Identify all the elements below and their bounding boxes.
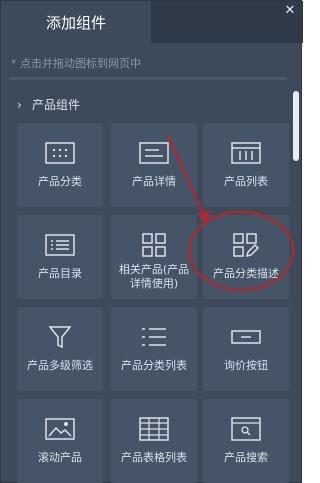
component-label: 产品详情 bbox=[132, 175, 176, 188]
tab-bar: 添加组件 bbox=[1, 1, 303, 43]
component-label: 滚动产品 bbox=[38, 451, 82, 464]
scrollbar-thumb[interactable] bbox=[293, 91, 299, 161]
component-tile-related-products[interactable]: 相关产品(产品详情使用) bbox=[111, 215, 197, 299]
component-tile-product-search[interactable]: 产品搜索 bbox=[203, 399, 289, 483]
image-icon bbox=[44, 415, 76, 443]
grid-dots-icon bbox=[44, 139, 76, 167]
squares-edit-icon bbox=[230, 231, 262, 259]
funnel-icon bbox=[44, 323, 76, 351]
component-label: 产品目录 bbox=[38, 267, 82, 280]
component-label: 产品分类列表 bbox=[121, 359, 187, 372]
component-tile-table-list[interactable]: 产品表格列表 bbox=[111, 399, 197, 483]
detail-card-icon bbox=[138, 139, 170, 167]
component-tile-product-catalog[interactable]: 产品目录 bbox=[17, 215, 103, 299]
component-tile-multi-filter[interactable]: 产品多级筛选 bbox=[17, 307, 103, 391]
component-tile-product-list[interactable]: 产品列表 bbox=[203, 123, 289, 207]
component-label: 产品列表 bbox=[224, 175, 268, 188]
search-box-icon bbox=[230, 415, 262, 443]
section-title: 产品组件 bbox=[32, 98, 81, 112]
component-label: 产品分类 bbox=[38, 175, 82, 188]
chevron-right-icon: › bbox=[17, 97, 22, 112]
component-label: 产品表格列表 bbox=[121, 451, 187, 464]
component-label: 询价按钮 bbox=[224, 359, 268, 372]
bullet-list-icon bbox=[138, 323, 170, 351]
table-icon bbox=[138, 415, 170, 443]
component-tile-product-detail[interactable]: 产品详情 bbox=[111, 123, 197, 207]
section-header-product-components[interactable]: › 产品组件 bbox=[17, 96, 80, 113]
button-icon bbox=[230, 323, 262, 351]
close-icon[interactable]: ✕ bbox=[284, 4, 296, 17]
four-squares-icon bbox=[138, 231, 170, 259]
component-tile-category-description[interactable]: 产品分类描述 bbox=[203, 215, 289, 299]
component-tile-product-category[interactable]: 产品分类 bbox=[17, 123, 103, 207]
component-label: 产品多级筛选 bbox=[27, 359, 93, 372]
hint-divider bbox=[9, 77, 287, 80]
component-tile-category-list[interactable]: 产品分类列表 bbox=[111, 307, 197, 391]
component-label: 产品搜索 bbox=[224, 451, 268, 464]
component-label: 产品分类描述 bbox=[213, 267, 279, 280]
tab-add-component[interactable]: 添加组件 bbox=[1, 1, 151, 43]
drag-hint-text: * 点击并拖动图标到网页中 bbox=[11, 57, 141, 70]
add-component-panel: 添加组件 ✕ * 点击并拖动图标到网页中 › 产品组件 产品分类 产品详情 产品… bbox=[0, 0, 303, 483]
columns-icon bbox=[230, 139, 262, 167]
component-tile-scrolling-products[interactable]: 滚动产品 bbox=[17, 399, 103, 483]
list-card-icon bbox=[44, 231, 76, 259]
component-tile-inquiry-button[interactable]: 询价按钮 bbox=[203, 307, 289, 391]
component-label: 相关产品(产品详情使用) bbox=[118, 263, 190, 290]
